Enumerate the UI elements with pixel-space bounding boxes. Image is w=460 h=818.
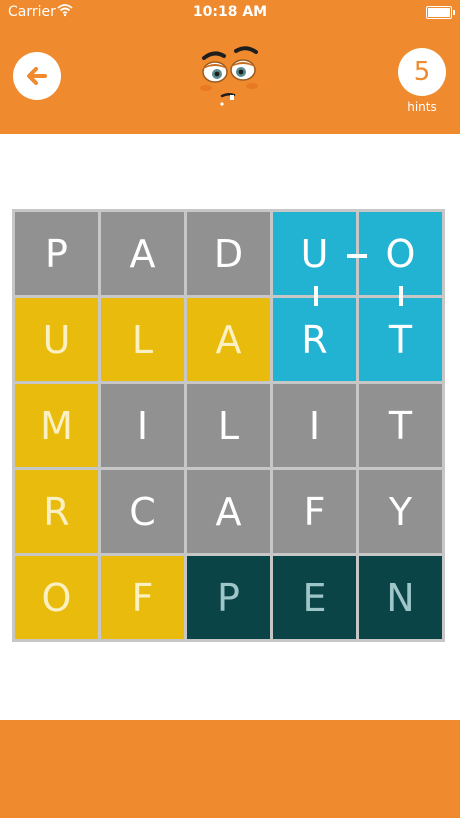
letter-tile[interactable]: U	[15, 298, 98, 381]
letter-tile[interactable]: Y	[359, 470, 442, 553]
letter-tile[interactable]: M	[15, 384, 98, 467]
battery-icon	[426, 6, 455, 19]
hints-count: 5	[413, 57, 431, 87]
footer-bar	[0, 720, 460, 818]
letter-tile[interactable]: F	[101, 556, 184, 639]
letter-tile[interactable]: C	[101, 470, 184, 553]
letter-tile[interactable]: A	[187, 470, 270, 553]
back-button[interactable]	[13, 52, 61, 100]
letter-tile[interactable]: A	[101, 212, 184, 295]
letter-tile[interactable]: R	[15, 470, 98, 553]
letter-tile[interactable]: I	[101, 384, 184, 467]
letter-tile[interactable]: E	[273, 556, 356, 639]
letter-tile[interactable]: O	[15, 556, 98, 639]
status-bar: Carrier 10:18 AM	[0, 0, 460, 24]
letter-grid: PADUOULARTMILITRCAFYOFPEN	[12, 209, 445, 642]
letter-tile[interactable]: N	[359, 556, 442, 639]
letter-tile[interactable]: D	[187, 212, 270, 295]
letter-tile[interactable]: T	[359, 298, 442, 381]
letter-tile[interactable]: R	[273, 298, 356, 381]
letter-tile[interactable]: L	[187, 384, 270, 467]
connector-line	[399, 286, 403, 306]
grumpy-face-icon	[192, 38, 272, 118]
letter-tile[interactable]: A	[187, 298, 270, 381]
connector-line	[347, 254, 367, 258]
letter-tile[interactable]: P	[187, 556, 270, 639]
arrow-left-icon	[27, 67, 47, 85]
letter-tile[interactable]: L	[101, 298, 184, 381]
hints-label: hints	[407, 100, 437, 114]
letter-tile[interactable]: O	[359, 212, 442, 295]
letter-tile[interactable]: T	[359, 384, 442, 467]
header-bar: 5 hints	[0, 24, 460, 134]
letter-tile[interactable]: I	[273, 384, 356, 467]
hints-button[interactable]: 5	[398, 48, 446, 96]
connector-line	[314, 286, 318, 306]
clock: 10:18 AM	[192, 4, 268, 20]
letter-tile[interactable]: U	[273, 212, 356, 295]
letter-tile[interactable]: P	[15, 212, 98, 295]
letter-tile[interactable]: F	[273, 470, 356, 553]
